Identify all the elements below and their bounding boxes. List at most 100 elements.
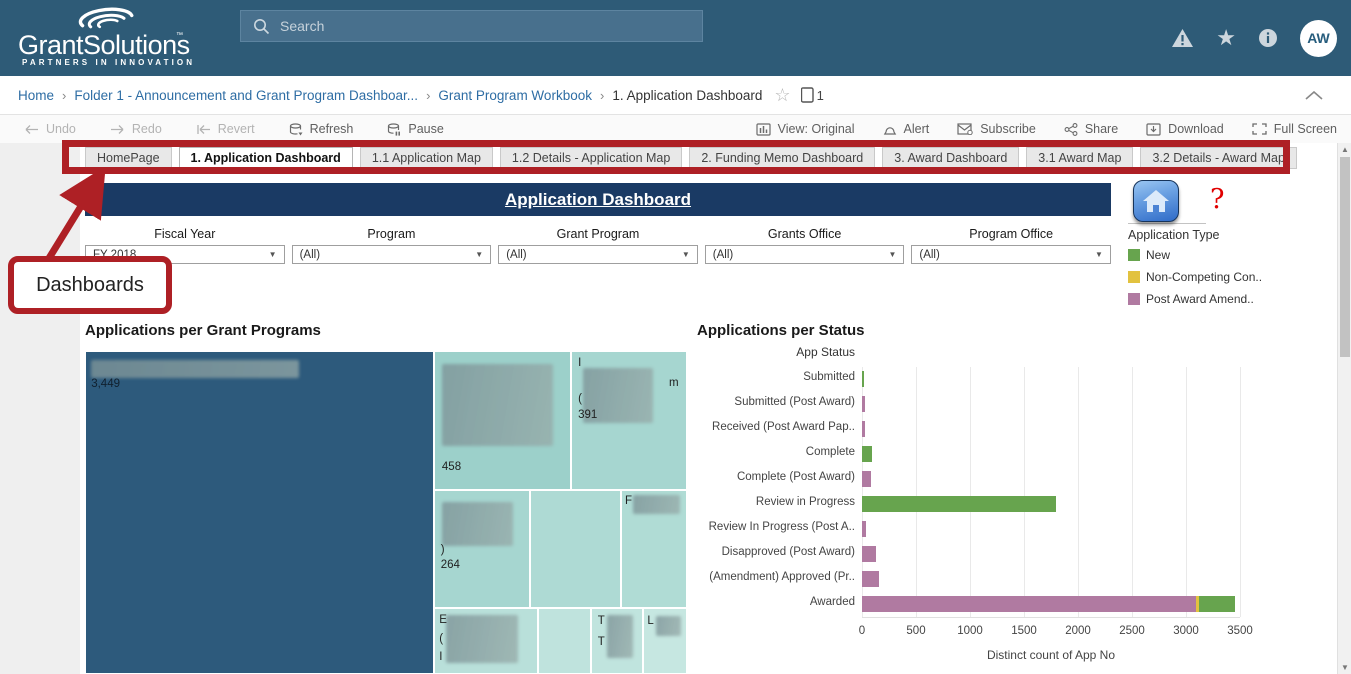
grants-office-dropdown[interactable]: (All) ▼: [705, 245, 905, 264]
undo-button[interactable]: Undo: [24, 122, 76, 136]
treemap-block-2[interactable]: Im(391: [571, 351, 687, 490]
legend-item-non-competing[interactable]: Non-Competing Con..: [1128, 270, 1258, 284]
home-button[interactable]: [1133, 180, 1179, 222]
full-screen-button[interactable]: Full Screen: [1252, 122, 1337, 136]
download-button[interactable]: Download: [1146, 122, 1224, 136]
bar-row-label: Review in Progress: [697, 496, 855, 508]
legend-color-chip: [1128, 249, 1140, 261]
tab-details-application-map[interactable]: 1.2 Details - Application Map: [500, 147, 682, 169]
tab-funding-memo-dashboard[interactable]: 2. Funding Memo Dashboard: [689, 147, 875, 169]
x-axis-tick: 3500: [1218, 625, 1262, 637]
data-badge-count: 1: [817, 88, 824, 103]
viz-toolbar: Undo Redo Revert Refresh Pause View: Ori…: [0, 115, 1351, 143]
treemap-block-7[interactable]: [538, 608, 590, 674]
tab-award-map[interactable]: 3.1 Award Map: [1026, 147, 1133, 169]
bar-segment[interactable]: [862, 546, 876, 562]
treemap-block-text: T: [598, 636, 605, 648]
treemap-block-text: m: [669, 377, 679, 389]
view-original-button[interactable]: View: Original: [756, 122, 855, 136]
x-axis-tick: 500: [894, 625, 938, 637]
bar-segment[interactable]: [862, 421, 865, 437]
bar-row-label: Complete (Post Award): [697, 471, 855, 483]
gridline: [1132, 367, 1133, 617]
data-badge[interactable]: 1: [801, 87, 824, 103]
subscribe-button[interactable]: Subscribe: [957, 122, 1036, 136]
program-dropdown[interactable]: (All) ▼: [292, 245, 492, 264]
treemap-block-text: 391: [578, 409, 597, 421]
favorites-star-icon[interactable]: ★: [1216, 27, 1236, 49]
scroll-down-arrow[interactable]: ▼: [1338, 663, 1351, 672]
alert-button[interactable]: Alert: [883, 122, 930, 136]
scroll-up-arrow[interactable]: ▲: [1338, 145, 1351, 154]
redo-button[interactable]: Redo: [110, 122, 162, 136]
bar-segment[interactable]: [862, 596, 1196, 612]
vertical-scrollbar[interactable]: ▲ ▼: [1337, 143, 1351, 674]
share-icon: [1064, 123, 1078, 136]
user-avatar[interactable]: AW: [1300, 20, 1337, 57]
breadcrumb-home[interactable]: Home: [18, 88, 54, 103]
revert-button[interactable]: Revert: [196, 122, 255, 136]
collapse-toolbar-chevron-icon[interactable]: [1305, 88, 1323, 103]
share-button[interactable]: Share: [1064, 122, 1118, 136]
bar-row-label: Submitted: [697, 371, 855, 383]
logo-swirl-icon: [76, 6, 140, 32]
treemap-block-text: ): [441, 544, 445, 556]
filter-grants-office: Grants Office (All) ▼: [705, 227, 905, 264]
scrollbar-thumb[interactable]: [1340, 157, 1350, 357]
tab-application-map[interactable]: 1.1 Application Map: [360, 147, 493, 169]
dashboard-title: Application Dashboard: [505, 190, 691, 210]
treemap-block-5[interactable]: F: [621, 490, 687, 608]
treemap-block-4[interactable]: [530, 490, 621, 608]
application-type-legend: Application Type New Non-Competing Con..…: [1128, 228, 1258, 314]
tab-award-dashboard[interactable]: 3. Award Dashboard: [882, 147, 1019, 169]
legend-item-new[interactable]: New: [1128, 248, 1258, 262]
redacted-label-smudge: [633, 495, 679, 514]
treemap-title: Applications per Grant Programs: [85, 322, 321, 339]
filter-program: Program (All) ▼: [292, 227, 492, 264]
pause-button[interactable]: Pause: [387, 122, 443, 136]
treemap-block-8[interactable]: TT: [591, 608, 643, 674]
search-input[interactable]: [280, 18, 660, 34]
breadcrumb-current: 1. Application Dashboard: [612, 88, 762, 103]
breadcrumb-folder[interactable]: Folder 1 - Announcement and Grant Progra…: [74, 88, 418, 103]
legend-color-chip: [1128, 271, 1140, 283]
breadcrumb-separator: ›: [62, 88, 66, 103]
bar-segment[interactable]: [1199, 596, 1235, 612]
app-header: GrantSolutions ™ PARTNERS IN INNOVATION …: [0, 0, 1351, 76]
tab-details-award-map[interactable]: 3.2 Details - Award Map: [1140, 147, 1296, 169]
treemap-block-0[interactable]: 3,449: [85, 351, 434, 674]
revert-icon: [196, 124, 211, 135]
treemap-block-1[interactable]: 458: [434, 351, 571, 490]
legend-item-post-award[interactable]: Post Award Amend..: [1128, 292, 1258, 306]
notifications-warning-icon[interactable]: [1171, 28, 1194, 48]
full-screen-icon: [1252, 123, 1267, 135]
search-box[interactable]: [240, 10, 703, 42]
redacted-label-smudge: [446, 615, 517, 663]
favorite-toggle-icon[interactable]: ☆: [774, 85, 790, 106]
tab-homepage[interactable]: HomePage: [85, 147, 172, 169]
bar-segment[interactable]: [862, 371, 864, 387]
redacted-label-smudge: [656, 616, 681, 635]
bar-segment[interactable]: [862, 396, 865, 412]
program-office-dropdown[interactable]: (All) ▼: [911, 245, 1111, 264]
page: GrantSolutions ™ PARTNERS IN INNOVATION …: [0, 0, 1351, 674]
bar-row-label: Review In Progress (Post A..: [697, 521, 855, 533]
tab-application-dashboard[interactable]: 1. Application Dashboard: [179, 147, 353, 169]
treemap-block-3[interactable]: )264: [434, 490, 530, 608]
legend-color-chip: [1128, 293, 1140, 305]
treemap-block-9[interactable]: L: [643, 608, 687, 674]
bar-segment[interactable]: [862, 571, 879, 587]
bar-segment[interactable]: [862, 446, 872, 462]
grantsolutions-logo[interactable]: GrantSolutions ™ PARTNERS IN INNOVATION: [18, 4, 218, 72]
bar-segment[interactable]: [862, 496, 1056, 512]
breadcrumb-workbook[interactable]: Grant Program Workbook: [438, 88, 592, 103]
dropdown-caret-icon: ▼: [682, 250, 690, 259]
bar-chart-x-axis-label: Distinct count of App No: [862, 648, 1240, 662]
info-icon[interactable]: [1258, 28, 1278, 48]
refresh-button[interactable]: Refresh: [289, 122, 354, 136]
help-question-mark[interactable]: ?: [1210, 184, 1224, 215]
bar-segment[interactable]: [862, 521, 866, 537]
treemap-block-6[interactable]: E(I: [434, 608, 538, 674]
bar-segment[interactable]: [862, 471, 871, 487]
grant-program-dropdown[interactable]: (All) ▼: [498, 245, 698, 264]
